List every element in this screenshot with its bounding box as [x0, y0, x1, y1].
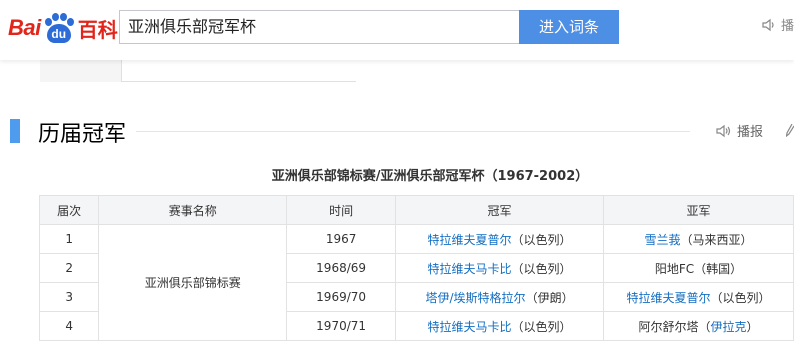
paw-toe [66, 18, 74, 26]
logo-baike-text: 百科 [77, 17, 118, 42]
champion-link[interactable]: 塔伊/埃斯特格拉尔 [426, 291, 526, 305]
edit-icon[interactable] [785, 122, 794, 141]
edition-cell: 2 [38, 253, 100, 283]
header-read-aloud[interactable]: 播 [762, 15, 794, 34]
champion-country: （以色列） [511, 261, 572, 276]
champion-link[interactable]: 特拉维夫马卡比 [428, 262, 512, 276]
paw-toe [44, 18, 52, 26]
champion-link[interactable]: 特拉维夫夏普尔 [428, 233, 512, 247]
runner-up-text: 阳地FC（韩国） [654, 261, 743, 276]
runner-up-link[interactable]: 伊拉克 [710, 320, 746, 334]
runner-up-country: （马来西亚） [680, 232, 753, 247]
header-edition: 届次 [38, 195, 100, 225]
time-cell: 1969/70 [286, 282, 397, 312]
champion-cell: 特拉维夫马卡比（以色列） [395, 253, 604, 283]
table-caption-text: 亚洲俱乐部锦标赛/亚洲俱乐部冠军杯（1967-2002） [271, 169, 589, 184]
top-header: Bai du 百科 亚洲俱乐部冠军杯 进入词条 播 [0, 0, 794, 60]
section-speaker-label: 播报 [737, 125, 764, 140]
champion-country: （以色列） [511, 319, 572, 334]
edition-cell: 3 [38, 282, 100, 312]
section-read-aloud-button[interactable]: 播报 [716, 121, 763, 140]
paw-toe [51, 13, 59, 21]
previous-table-remnant [40, 60, 356, 82]
champion-country: （伊朗） [525, 290, 574, 305]
enter-entry-button[interactable]: 进入词条 [519, 10, 619, 44]
time-cell: 1968/69 [286, 253, 397, 283]
edition-cell: 4 [38, 311, 100, 341]
champion-cell: 特拉维夫马卡比（以色列） [395, 311, 604, 341]
table-caption: 亚洲俱乐部锦标赛/亚洲俱乐部冠军杯（1967-2002） [40, 165, 794, 184]
champion-cell: 特拉维夫夏普尔（以色列） [395, 224, 604, 254]
time-cell: 1970/71 [286, 311, 397, 341]
section-divider [136, 131, 690, 132]
previous-table-cell [40, 60, 122, 82]
runner-up-cell: 阿尔舒尔塔（伊拉克） [602, 311, 794, 341]
runner-up-cell: 特拉维夫夏普尔（以色列） [602, 282, 794, 312]
champions-table: 届次 赛事名称 时间 冠军 亚军 1 亚洲俱乐部锦标赛 1967 特拉维夫夏普尔… [38, 195, 794, 341]
baidu-baike-logo[interactable]: Bai du 百科 [8, 11, 118, 45]
runner-up-cell: 阳地FC（韩国） [602, 253, 794, 283]
search-input[interactable]: 亚洲俱乐部冠军杯 [119, 10, 520, 44]
event-name-cell: 亚洲俱乐部锦标赛 [98, 224, 288, 341]
table-row: 1 亚洲俱乐部锦标赛 1967 特拉维夫夏普尔（以色列） 雪兰莪（马来西亚） [38, 224, 794, 341]
runner-up-cell: 雪兰莪（马来西亚） [602, 224, 794, 254]
champion-cell: 塔伊/埃斯特格拉尔（伊朗） [395, 282, 604, 312]
champion-country: （以色列） [511, 232, 572, 247]
edition-cell: 1 [38, 224, 100, 254]
header-runner-up: 亚军 [602, 195, 794, 225]
champion-link[interactable]: 特拉维夫马卡比 [428, 320, 512, 334]
speaker-icon [762, 18, 774, 31]
paw-toe [59, 13, 67, 21]
runner-up-link[interactable]: 特拉维夫夏普尔 [626, 291, 710, 305]
logo-du-text: du [46, 24, 71, 43]
header-speaker-label: 播 [781, 19, 794, 34]
speaker-icon [716, 124, 731, 137]
runner-up-country: （以色列） [710, 290, 771, 305]
section-accent-bar [10, 119, 20, 143]
table-header-row: 届次 赛事名称 时间 冠军 亚军 [38, 195, 794, 225]
header-event-name: 赛事名称 [98, 195, 288, 225]
header-time: 时间 [286, 195, 397, 225]
paw-icon: du [42, 13, 76, 43]
time-cell: 1967 [286, 224, 397, 254]
runner-up-text-end: ） [746, 319, 759, 334]
runner-up-link[interactable]: 雪兰莪 [644, 233, 680, 247]
header-champion: 冠军 [395, 195, 604, 225]
runner-up-text: 阿尔舒尔塔（ [638, 319, 711, 334]
section-title: 历届冠军 [38, 122, 127, 147]
logo-bai-text: Bai [8, 15, 41, 40]
